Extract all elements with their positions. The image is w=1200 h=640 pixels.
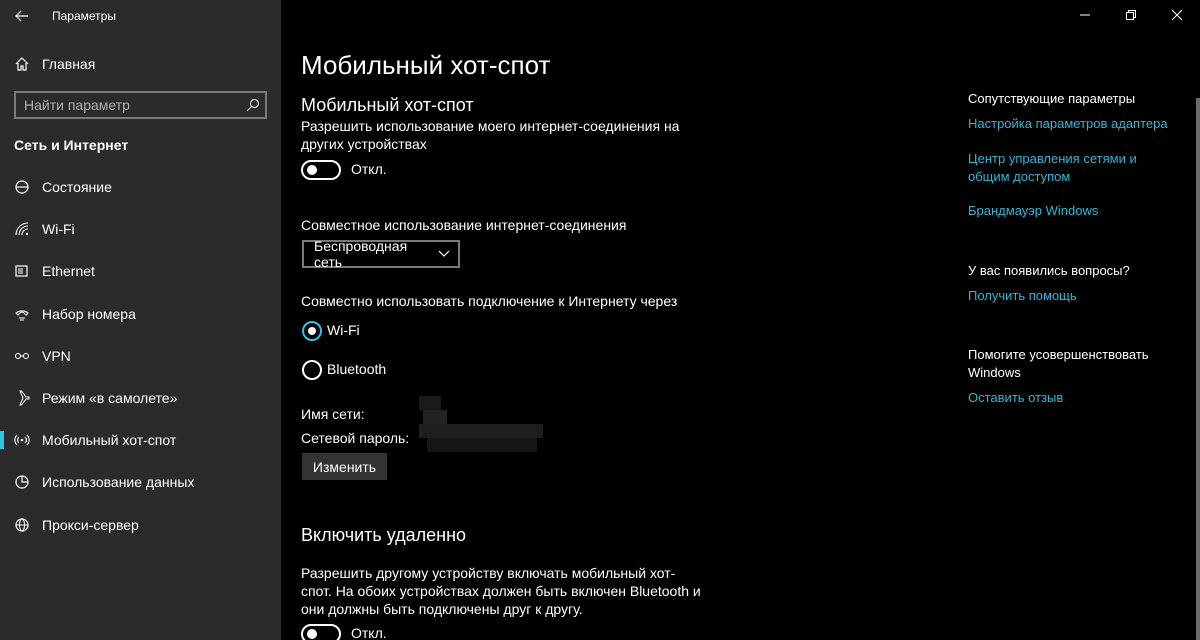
sidebar-item-wifi[interactable]: Wi-Fi	[0, 208, 281, 250]
feedback-heading: Помогите усовершенствовать Windows	[968, 347, 1149, 380]
remote-toggle-state: Откл.	[351, 625, 387, 640]
sidebar-item-label: Режим «в самолете»	[42, 390, 178, 407]
chevron-down-icon	[438, 250, 450, 257]
link-network-center[interactable]: Центр управления сетями и общим доступом	[968, 150, 1158, 186]
ethernet-icon	[14, 263, 30, 279]
link-get-help[interactable]: Получить помощь	[968, 287, 1077, 305]
hotspot-toggle[interactable]	[301, 160, 341, 180]
hotspot-icon	[14, 432, 30, 448]
main-content: Мобильный хот-спот Мобильный хот-спот Ра…	[301, 0, 921, 640]
proxy-icon	[14, 517, 30, 533]
questions-heading: У вас появились вопросы?	[968, 263, 1130, 278]
status-icon	[14, 179, 30, 195]
sidebar-item-vpn[interactable]: VPN	[0, 335, 281, 377]
search-box[interactable]	[14, 91, 267, 119]
sidebar-item-label: Прокси-сервер	[42, 516, 139, 533]
change-button[interactable]: Изменить	[302, 453, 387, 480]
wifi-icon	[14, 221, 30, 237]
link-feedback[interactable]: Оставить отзыв	[968, 389, 1063, 407]
sidebar-item-label: VPN	[42, 347, 71, 364]
sidebar-item-airplane[interactable]: Режим «в самолете»	[0, 377, 281, 419]
sidebar-item-home[interactable]: Главная	[0, 48, 281, 80]
remote-heading: Включить удаленно	[301, 525, 467, 545]
home-icon	[14, 56, 30, 72]
share-connection-label: Совместное использование интернет-соедин…	[301, 217, 627, 233]
sidebar-item-data-usage[interactable]: Использование данных	[0, 461, 281, 503]
airplane-icon	[14, 390, 30, 406]
sidebar-item-status[interactable]: Состояние	[0, 166, 281, 208]
section-title: Сеть и Интернет	[14, 137, 129, 153]
share-connection-value: Беспроводная сеть	[314, 238, 408, 270]
sidebar-item-label: Использование данных	[42, 474, 195, 491]
radio-bluetooth[interactable]	[302, 360, 322, 380]
dialup-icon	[14, 306, 30, 322]
related-heading: Сопутствующие параметры	[968, 91, 1136, 106]
search-input[interactable]	[16, 93, 241, 117]
back-arrow-icon	[15, 10, 28, 22]
sidebar-item-dialup[interactable]: Набор номера	[0, 293, 281, 335]
sidebar-item-hotspot[interactable]: Мобильный хот-спот	[0, 419, 281, 461]
sidebar-item-label: Мобильный хот-спот	[42, 432, 177, 449]
sidebar-item-label: Состояние	[42, 179, 112, 196]
page-title: Мобильный хот-спот	[301, 50, 551, 80]
back-button[interactable]	[0, 0, 44, 32]
sidebar-item-label: Wi-Fi	[42, 221, 75, 238]
link-firewall[interactable]: Брандмауэр Windows	[968, 202, 1098, 220]
title-bar: Параметры	[0, 0, 281, 32]
app-title: Параметры	[52, 9, 116, 23]
share-over-label: Совместно использовать подключение к Инт…	[301, 293, 678, 309]
nav-list: Состояние Wi-Fi Ethernet Набор номера VP…	[0, 166, 281, 546]
network-password-label: Сетевой пароль:	[301, 430, 410, 446]
sidebar: Параметры Главная Сеть и Интернет Состоя…	[0, 0, 281, 640]
sidebar-item-label: Ethernet	[42, 263, 95, 280]
radio-bluetooth-label: Bluetooth	[327, 361, 387, 377]
radio-wifi[interactable]	[302, 321, 322, 341]
hotspot-toggle-state: Откл.	[351, 161, 387, 177]
data-usage-icon	[14, 474, 30, 490]
related-settings: Сопутствующие параметры Настройка параме…	[968, 0, 1178, 640]
network-name-label: Имя сети:	[301, 406, 365, 422]
remote-toggle[interactable]	[301, 624, 341, 640]
share-connection-dropdown[interactable]: Беспроводная сеть	[302, 238, 460, 270]
sidebar-item-label: Набор номера	[42, 305, 136, 322]
hotspot-description: Разрешить использование моего интернет-с…	[301, 118, 680, 152]
sidebar-item-ethernet[interactable]: Ethernet	[0, 250, 281, 292]
home-label: Главная	[42, 56, 96, 72]
search-icon[interactable]	[241, 93, 265, 117]
link-adapter-settings[interactable]: Настройка параметров адаптера	[968, 115, 1168, 133]
remote-description: Разрешить другому устройству включать мо…	[301, 565, 701, 617]
radio-wifi-label: Wi-Fi	[327, 322, 360, 338]
scrollbar[interactable]	[1196, 98, 1200, 640]
vpn-icon	[14, 348, 30, 364]
sidebar-item-proxy[interactable]: Прокси-сервер	[0, 504, 281, 546]
hotspot-heading: Мобильный хот-спот	[301, 95, 474, 115]
